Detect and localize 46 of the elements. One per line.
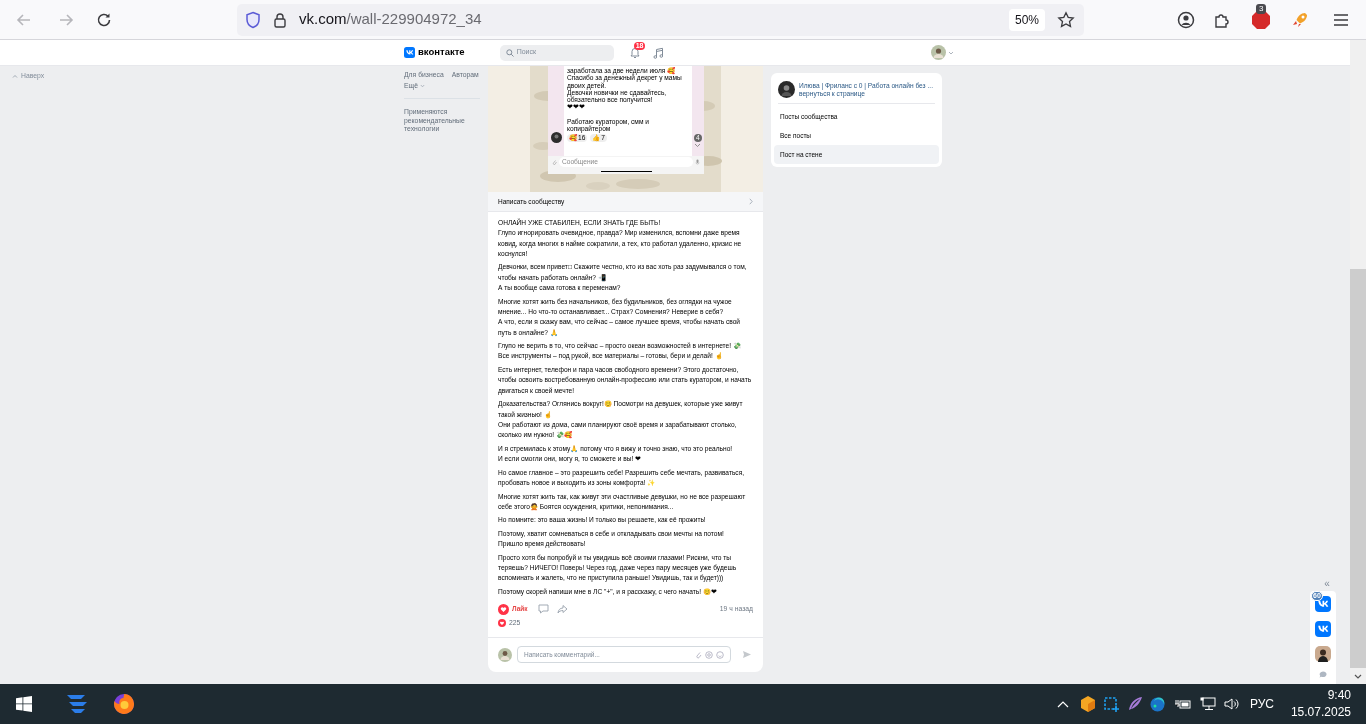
zoom-level-button[interactable]: 50% xyxy=(1008,8,1045,31)
vk-logo-icon[interactable] xyxy=(1315,596,1331,612)
extension-badge: 3 xyxy=(1256,3,1267,14)
stop-sign-icon[interactable] xyxy=(1251,9,1271,30)
chevron-up-icon xyxy=(12,74,18,79)
menu-icon[interactable] xyxy=(1333,11,1349,28)
home-indicator xyxy=(600,170,652,172)
fox-browser-icon[interactable] xyxy=(113,693,135,715)
smiley-icon xyxy=(716,650,724,659)
avatar-icon xyxy=(551,132,562,143)
screenshot-icon[interactable] xyxy=(1103,696,1119,712)
paperclip-icon xyxy=(552,159,557,165)
chevron-right-icon xyxy=(749,198,753,205)
cube-icon[interactable] xyxy=(1080,696,1095,712)
battery-icon[interactable] xyxy=(1174,698,1191,710)
url-text: vk.com/wall-229904972_34 xyxy=(299,9,482,30)
music-note-icon[interactable] xyxy=(652,46,664,59)
volume-icon[interactable] xyxy=(1223,697,1240,711)
microphone-icon xyxy=(695,159,700,165)
feather-icon[interactable] xyxy=(1126,696,1143,712)
clock-time[interactable]: 9:40 xyxy=(1327,687,1351,704)
heart-icon xyxy=(498,619,506,628)
logo-text: вконтакте xyxy=(418,45,465,60)
avatar-icon xyxy=(498,647,512,662)
account-icon[interactable] xyxy=(1177,10,1195,29)
vk-logo-icon xyxy=(404,47,415,58)
chevron-down-icon xyxy=(694,143,702,148)
avatar-icon[interactable] xyxy=(1315,646,1331,662)
address-bar[interactable]: vk.com/wall-229904972_34 50% xyxy=(237,3,1084,36)
paperclip-icon xyxy=(695,650,702,659)
chevron-up-icon[interactable] xyxy=(1056,700,1069,708)
language-indicator[interactable]: РУС xyxy=(1249,695,1274,713)
network-icon[interactable] xyxy=(1199,697,1216,711)
camera-icon xyxy=(705,650,713,659)
clock-date[interactable]: 15.07.2025 xyxy=(1290,704,1351,721)
windows-logo-icon[interactable] xyxy=(16,696,32,712)
padlock-icon xyxy=(273,11,287,28)
avatar-icon[interactable] xyxy=(930,45,946,60)
search-icon xyxy=(505,48,514,57)
avatar-icon xyxy=(778,81,795,98)
swirl-icon[interactable] xyxy=(1149,696,1165,712)
shield-icon xyxy=(245,10,261,29)
chevron-down-icon[interactable] xyxy=(1354,673,1362,679)
vk-logo-icon[interactable] xyxy=(1315,621,1331,637)
bell-icon[interactable] xyxy=(628,46,641,59)
star-icon[interactable] xyxy=(1057,10,1075,29)
